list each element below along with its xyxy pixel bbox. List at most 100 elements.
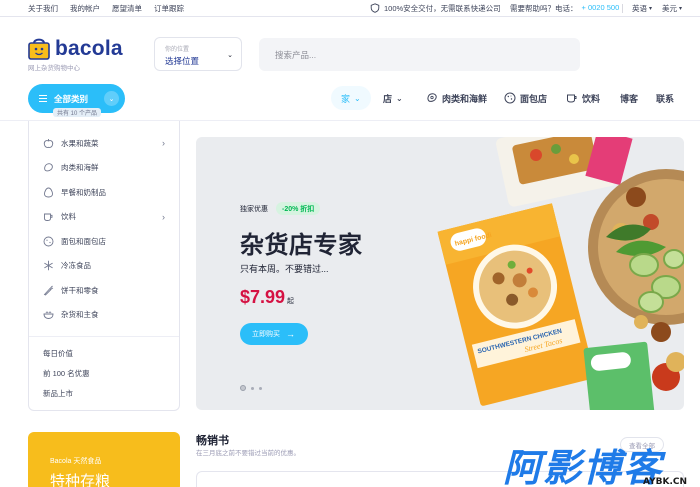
chevron-down-icon: ⌄	[104, 91, 119, 106]
nav-shop-label: 店	[383, 93, 393, 104]
site-logo[interactable]: bacola 网上杂货购物中心	[28, 36, 128, 72]
promo-line-2: 特种存粮	[50, 473, 111, 487]
shopping-bag-logo-icon	[28, 38, 50, 60]
category-label: 水果和蔬菜	[61, 138, 99, 148]
logo-wordmark: bacola	[55, 37, 123, 60]
menu-icon	[39, 95, 47, 102]
cookie-icon	[43, 236, 54, 247]
cup-icon	[567, 94, 577, 103]
category-item-grocery[interactable]: 杂货和主食	[29, 303, 179, 328]
category-sidebar: 水果和蔬菜 › 肉类和海鲜 早餐和奶制品 饮料 › 面包和面包店 冷冻食品 饼干…	[28, 121, 180, 411]
hero-price: $7.99	[240, 287, 286, 307]
search-input[interactable]	[275, 49, 564, 60]
meat-icon	[44, 163, 53, 172]
nav-meat-label: 肉类和海鲜	[442, 93, 488, 104]
shield-icon	[370, 3, 380, 13]
nav-meat-seafood[interactable]: 肉类和海鲜	[416, 86, 497, 110]
daily-value-link[interactable]: 每日价值	[29, 343, 179, 363]
nav-drinks-label: 饮料	[582, 93, 601, 104]
phone-info: 需要帮助吗？电话： + 0020 500	[510, 3, 619, 14]
new-arrivals-link[interactable]: 新品上市	[29, 383, 179, 403]
carousel-dots	[240, 385, 262, 391]
location-label: 你的位置	[165, 47, 190, 53]
chevron-down-icon: ⌄	[227, 52, 233, 59]
nav-bakery-label: 面包店	[520, 93, 548, 104]
category-label: 杂货和主食	[61, 310, 99, 320]
category-item-snacks[interactable]: 饼干和零食	[29, 278, 179, 303]
snowflake-icon	[44, 261, 53, 271]
secure-delivery-notice: 100%安全交付，无需联系快递公司	[370, 3, 501, 14]
best-sellers-title: 畅销书	[196, 435, 229, 447]
category-item-bakery[interactable]: 面包和面包店	[29, 229, 179, 254]
category-label: 肉类和海鲜	[61, 163, 99, 173]
shop-now-button[interactable]: 立即购买 →	[240, 323, 308, 345]
chevron-right-icon: ›	[162, 138, 165, 149]
hero-title: 杂货店专家	[240, 232, 363, 259]
promo-line-1: Bacola 天然食品	[50, 458, 102, 465]
chevron-down-icon: ▾	[649, 5, 653, 12]
language-switcher[interactable]: 英语 ▾	[632, 3, 652, 14]
bowl-icon	[43, 311, 54, 320]
nav-contact-label: 联系	[656, 93, 675, 104]
arrow-right-icon: →	[286, 329, 295, 339]
hero-subtitle: 只有本周。不要错过...	[240, 264, 329, 274]
carousel-dot[interactable]	[259, 386, 262, 390]
nav-shop[interactable]: 店 ⌄	[373, 86, 413, 110]
category-item-meat[interactable]: 肉类和海鲜	[29, 156, 179, 181]
chevron-right-icon: ›	[162, 211, 165, 222]
best-sellers-subtitle: 在三月底之前不要错过当前的优惠。	[196, 450, 300, 457]
watermark-url: AYBK.CN	[643, 477, 688, 487]
category-item-frozen[interactable]: 冷冻食品	[29, 254, 179, 279]
nav-drinks[interactable]: 饮料	[556, 86, 610, 110]
hero-banner: happi foodi SOUTHWESTERN CHICKEN Street …	[196, 137, 684, 410]
location-selector[interactable]: 你的位置 选择位置 ⌄	[154, 37, 242, 71]
all-categories-label: 全部类别	[54, 93, 89, 104]
chicken-package-image: happi foodi SOUTHWESTERN CHICKEN Street …	[437, 203, 595, 406]
search-box	[259, 38, 580, 71]
carousel-dot[interactable]	[251, 386, 254, 390]
sidebar-extra-links: 每日价值 前 100 名优惠 新品上市	[29, 337, 179, 403]
help-label: 需要帮助吗？电话：	[510, 3, 578, 13]
category-label: 面包和面包店	[61, 236, 106, 246]
shop-now-label: 立即购买	[252, 331, 280, 338]
category-label: 冷冻食品	[61, 261, 91, 271]
top-links: 关于我们 我的帐户 愿望清单 订单跟踪	[28, 3, 184, 14]
order-tracking-link[interactable]: 订单跟踪	[154, 3, 184, 14]
category-item-fruits[interactable]: 水果和蔬菜 ›	[29, 131, 179, 156]
about-link[interactable]: 关于我们	[28, 3, 58, 14]
apple-icon	[43, 138, 54, 148]
chevron-down-icon: ⌄	[354, 93, 361, 103]
currency-switcher[interactable]: 美元 ▾	[662, 3, 682, 14]
carousel-dot[interactable]	[240, 385, 246, 391]
product-count-badge: 共有 10 个产品	[53, 108, 102, 117]
promo-banner[interactable]: Bacola 天然食品 特种存粮	[28, 432, 180, 487]
cookie-icon	[504, 92, 516, 104]
nav-contact[interactable]: 联系	[646, 86, 684, 110]
account-link[interactable]: 我的帐户	[70, 3, 100, 14]
egg-icon	[44, 187, 53, 198]
language-label: 英语	[632, 3, 647, 13]
category-label: 早餐和奶制品	[61, 187, 106, 197]
nav-home[interactable]: 家 ⌄	[331, 86, 371, 110]
nav-home-label: 家	[341, 93, 351, 104]
discount-badge: -20% 折扣	[276, 202, 321, 215]
watermark-text: 阿影博客	[503, 446, 664, 487]
topbar-divider	[622, 3, 623, 13]
category-item-breakfast[interactable]: 早餐和奶制品	[29, 180, 179, 205]
top-100-link[interactable]: 前 100 名优惠	[29, 363, 179, 383]
wishlist-link[interactable]: 愿望清单	[112, 3, 142, 14]
category-list: 水果和蔬菜 › 肉类和海鲜 早餐和奶制品 饮料 › 面包和面包店 冷冻食品 饼干…	[29, 121, 179, 327]
nav-bakery[interactable]: 面包店	[494, 86, 557, 110]
category-item-drinks[interactable]: 饮料 ›	[29, 205, 179, 230]
category-label: 饼干和零食	[61, 285, 99, 295]
location-value: 选择位置	[165, 56, 200, 66]
hero-exclusive-label: 独家优惠	[240, 206, 268, 213]
top-bar: 关于我们 我的帐户 愿望清单 订单跟踪 100%安全交付，无需联系快递公司 需要…	[0, 0, 700, 17]
lime-plate-image	[588, 169, 684, 342]
nav-blog[interactable]: 博客	[610, 86, 648, 110]
phone-number[interactable]: + 0020 500	[582, 3, 620, 14]
secure-text: 100%安全交付，无需联系快递公司	[384, 3, 501, 13]
chevron-down-icon: ▾	[679, 5, 683, 12]
hero-price-suffix: 起	[287, 298, 294, 305]
currency-label: 美元	[662, 3, 677, 13]
